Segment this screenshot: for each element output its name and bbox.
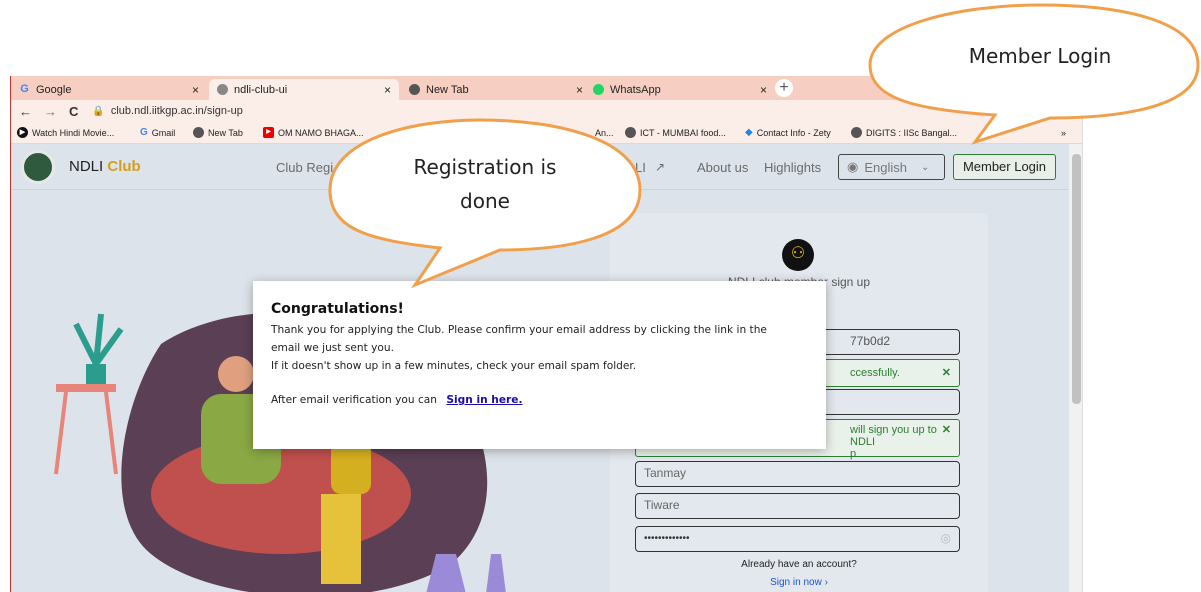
- member-login-button[interactable]: Member Login: [953, 154, 1056, 180]
- chrome-icon: [193, 127, 204, 138]
- bookmark-item[interactable]: ▶ OM NAMO BHAGA...: [263, 127, 364, 138]
- bookmark-item[interactable]: DIGITS : IISc Bangal...: [851, 127, 957, 138]
- congratulations-dialog: Congratulations! Thank you for applying …: [253, 281, 826, 449]
- first-name-field[interactable]: Tanmay: [635, 461, 960, 487]
- bookmark-item[interactable]: An...: [595, 128, 614, 138]
- tab-title: ndli-club-ui: [234, 83, 288, 96]
- bookmark-item[interactable]: ▶ Watch Hindi Movie...: [17, 127, 114, 138]
- nav-highlights[interactable]: Highlights: [764, 160, 821, 175]
- password-field[interactable]: ••••••••••••• ◎: [635, 526, 960, 552]
- sign-in-here-link[interactable]: Sign in here.: [446, 394, 522, 406]
- add-user-icon: ⚇: [782, 239, 814, 271]
- address-bar-row: ← → C 🔒 club.ndl.iitkgp.ac.in/sign-up: [11, 100, 1082, 122]
- nav-about-us[interactable]: About us: [697, 160, 748, 175]
- google-icon: G: [20, 83, 29, 95]
- close-icon[interactable]: ×: [760, 83, 767, 97]
- tab-strip: G Google × ndli-club-ui × New Tab × What…: [11, 76, 1082, 100]
- nav-club-registration[interactable]: Club Regi: [276, 160, 333, 175]
- tab-title: Google: [36, 83, 72, 96]
- tab-title: WhatsApp: [610, 83, 661, 96]
- url-text[interactable]: club.ndl.iitkgp.ac.in/sign-up: [111, 105, 243, 117]
- external-link-icon: ↗: [655, 160, 666, 174]
- scrollbar-thumb[interactable]: [1072, 154, 1081, 404]
- new-tab-button[interactable]: +: [775, 79, 793, 97]
- play-icon: ▶: [17, 127, 28, 138]
- bookmark-item[interactable]: G Gmail: [140, 127, 175, 138]
- google-icon: G: [140, 127, 148, 138]
- bookmark-item[interactable]: ◆ Contact Info - Zety: [745, 127, 831, 138]
- globe-icon: ◉: [847, 159, 859, 174]
- scrollbar[interactable]: [1069, 144, 1082, 592]
- tab-new-tab[interactable]: New Tab ×: [401, 79, 591, 100]
- site-icon: [217, 84, 228, 95]
- dialog-line-4: After email verification you can Sign in…: [271, 394, 523, 406]
- chevron-down-icon: ⌄: [920, 161, 930, 173]
- bookmarks-overflow-button[interactable]: »: [1061, 128, 1066, 138]
- bookmark-item[interactable]: ICT - MUMBAI food...: [625, 127, 726, 138]
- bookmarks-bar: ▶ Watch Hindi Movie... G Gmail New Tab ▶…: [11, 122, 1082, 144]
- language-selector[interactable]: ◉ English ⌄: [838, 154, 945, 180]
- zety-icon: ◆: [745, 127, 753, 138]
- close-icon[interactable]: ×: [192, 83, 199, 97]
- site-logo-text[interactable]: NDLI Club: [69, 158, 141, 175]
- nav-ndli[interactable]: LI: [635, 160, 646, 175]
- dialog-line-2: email we just sent you.: [271, 342, 394, 354]
- tab-ndli-club-ui[interactable]: ndli-club-ui ×: [209, 79, 399, 100]
- callout-text-registration: Registration is done: [413, 155, 557, 213]
- tab-google[interactable]: G Google ×: [11, 79, 207, 100]
- callout-text-member-login: Member Login: [968, 44, 1112, 68]
- reload-icon[interactable]: C: [69, 104, 78, 119]
- back-arrow-icon[interactable]: ←: [19, 104, 32, 119]
- close-icon[interactable]: ✕: [942, 360, 951, 386]
- whatsapp-icon: [593, 84, 604, 95]
- ndli-logo-icon[interactable]: [21, 150, 55, 184]
- dialog-line-1: Thank you for applying the Club. Please …: [271, 324, 767, 336]
- dialog-line-3: If it doesn't show up in a few minutes, …: [271, 360, 637, 372]
- chrome-icon: [851, 127, 862, 138]
- close-icon[interactable]: ✕: [942, 424, 951, 436]
- tab-title: New Tab: [426, 83, 469, 96]
- lock-icon: 🔒: [92, 105, 105, 117]
- close-icon[interactable]: ×: [576, 83, 583, 97]
- eye-icon[interactable]: ◎: [941, 527, 951, 550]
- dialog-title: Congratulations!: [271, 301, 404, 317]
- bookmark-item[interactable]: New Tab: [193, 127, 243, 138]
- sign-in-now-link[interactable]: Sign in now ›: [610, 577, 988, 588]
- last-name-field[interactable]: Tiware: [635, 493, 960, 519]
- already-account-text: Already have an account?: [741, 559, 857, 570]
- forward-arrow-icon[interactable]: →: [44, 104, 57, 119]
- chrome-icon: [625, 127, 636, 138]
- close-icon[interactable]: ×: [384, 83, 391, 97]
- tab-whatsapp[interactable]: WhatsApp ×: [585, 79, 775, 100]
- chrome-icon: [409, 84, 420, 95]
- youtube-icon: ▶: [263, 127, 274, 138]
